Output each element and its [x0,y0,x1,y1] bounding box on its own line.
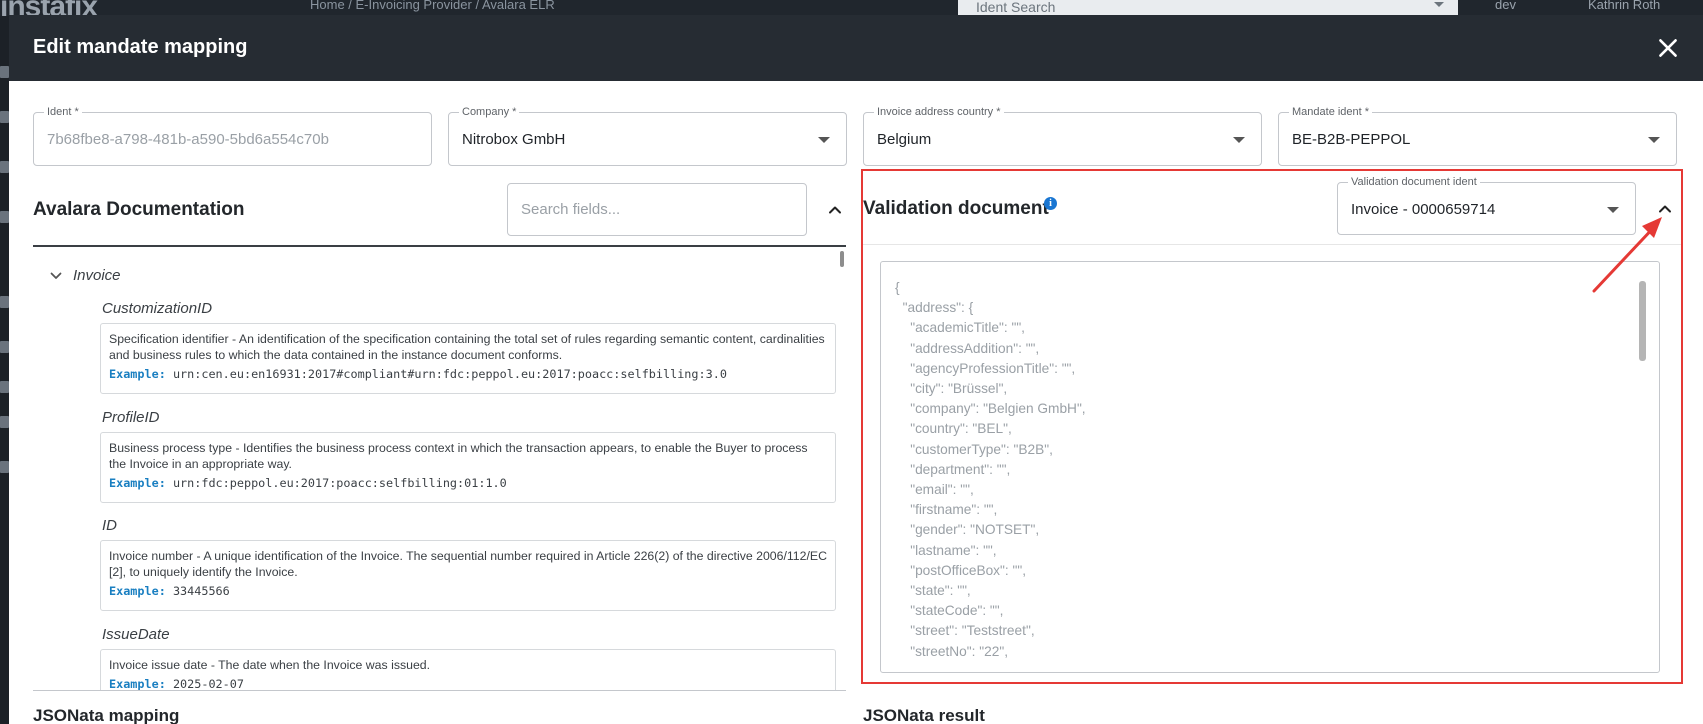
mandate-ident-select[interactable]: Mandate ident * BE-B2B-PEPPOL [1278,105,1677,166]
country-label: Invoice address country * [874,105,1004,119]
sidebar-icon [0,461,9,473]
doc-item-box: Invoice number - A unique identification… [100,540,836,611]
ident-value: 7b68fbe8-a798-481b-a590-5bd6a554c70b [47,131,329,148]
documentation-title: Avalara Documentation [33,199,245,220]
doc-item-description: Invoice number - A unique identification… [109,549,827,579]
company-select[interactable]: Company * Nitrobox GmbH [448,105,847,166]
info-icon[interactable]: i [1044,197,1057,210]
company-label: Company * [459,105,520,119]
jsonata-result-title: JSONata result [863,706,985,724]
sidebar-icon [0,111,9,123]
environment-label: dev [1495,0,1516,12]
doc-item-description: Specification identifier - An identifica… [109,332,825,362]
validation-document-title: Validation document [863,198,1049,219]
sidebar-icon [0,381,9,393]
sidebar-icon [0,161,9,173]
example-value: 2025-02-07 [172,677,244,691]
chevron-down-icon [1434,2,1444,7]
country-value: Belgium [877,131,932,148]
doc-item-example: Example: 33445566 [109,584,827,598]
chevron-down-icon[interactable] [49,269,63,283]
documentation-panel: Invoice CustomizationID Specification id… [33,245,846,691]
example-label: Example: [109,677,166,691]
ident-field[interactable]: Ident * 7b68fbe8-a798-481b-a590-5bd6a554… [33,105,432,166]
ident-search-placeholder: Ident Search [976,0,1056,15]
chevron-down-icon[interactable] [1233,137,1245,143]
doc-item-name: ID [102,517,117,534]
breadcrumb: Home / E-Invoicing Provider / Avalara EL… [310,0,555,12]
example-value: urn:cen.eu:en16931:2017#compliant#urn:fd… [172,367,727,381]
chevron-up-icon[interactable] [827,202,843,218]
example-value: urn:fdc:peppol.eu:2017:poacc:selfbilling… [172,476,507,490]
doc-item-description: Invoice issue date - The date when the I… [109,658,431,672]
doc-item-example: Example: urn:cen.eu:en16931:2017#complia… [109,367,827,381]
chevron-down-icon[interactable] [818,137,830,143]
sidebar-icon [0,296,9,308]
example-label: Example: [109,476,166,490]
validation-select-label: Validation document ident [1348,175,1480,189]
background-sidebar [0,16,9,724]
example-label: Example: [109,584,166,598]
validation-select-value: Invoice - 0000659714 [1351,201,1496,218]
mandate-label: Mandate ident * [1289,105,1373,119]
dialog-title: Edit mandate mapping [33,36,248,58]
doc-item-example: Example: 2025-02-07 [109,677,827,691]
doc-item-description: Business process type - Identifies the b… [109,441,808,471]
search-fields-box[interactable] [507,183,807,236]
close-icon[interactable] [1655,35,1681,61]
sidebar-icon [0,341,9,353]
company-value: Nitrobox GmbH [462,131,566,148]
doc-item-box: Specification identifier - An identifica… [100,323,836,394]
jsonata-mapping-title: JSONata mapping [33,706,180,724]
scrollbar[interactable] [840,251,844,267]
example-value: 33445566 [172,584,230,598]
invoice-address-country-select[interactable]: Invoice address country * Belgium [863,105,1262,166]
sidebar-icon [0,416,9,428]
app-logo: instafix [0,0,98,16]
sidebar-icon [0,211,9,223]
search-fields-input[interactable] [508,184,806,235]
ident-search-input: Ident Search [958,0,1458,16]
doc-item-name: IssueDate [102,626,170,643]
example-label: Example: [109,367,166,381]
doc-item-name: CustomizationID [102,300,213,317]
group-label: Invoice [73,267,121,284]
validation-json-editor[interactable]: { "address": { "academicTitle": "", "add… [880,261,1660,673]
user-name: Kathrin Roth [1588,0,1661,12]
red-arrow-annotation [1592,217,1662,293]
ident-label: Ident * [44,105,82,119]
divider [863,244,1681,245]
chevron-down-icon[interactable] [1648,137,1660,143]
doc-item-name: ProfileID [102,409,160,426]
dialog-header: Edit mandate mapping [9,15,1703,81]
mandate-value: BE-B2B-PEPPOL [1292,131,1411,148]
background-topbar: instafix Home / E-Invoicing Provider / A… [0,0,1703,16]
validation-json-text: { "address": { "academicTitle": "", "add… [895,280,1086,659]
doc-item-box: Business process type - Identifies the b… [100,432,836,503]
doc-item-example: Example: urn:fdc:peppol.eu:2017:poacc:se… [109,476,827,490]
doc-item-box: Invoice issue date - The date when the I… [100,649,836,691]
sidebar-icon [0,66,9,78]
